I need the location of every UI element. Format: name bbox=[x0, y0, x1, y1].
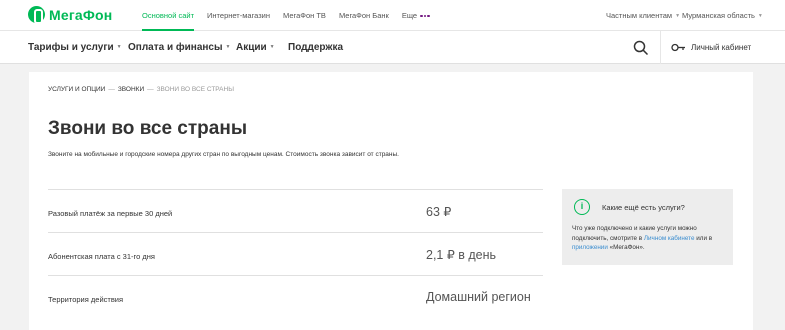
row-label: Территория действия bbox=[48, 295, 124, 304]
search-icon[interactable] bbox=[633, 40, 649, 56]
toplink-megafon-tv[interactable]: МегаФон ТВ bbox=[283, 0, 326, 31]
personal-account-link[interactable]: Личном кабинете bbox=[644, 235, 695, 242]
audience-selector[interactable]: Частным клиентам ▼ bbox=[606, 0, 680, 31]
row-label: Абонентская плата с 31-го дня bbox=[48, 252, 155, 261]
caret-down-icon: ▼ bbox=[116, 44, 122, 50]
pricing-table: Разовый платёж за первые 30 дней 63 ₽ Аб… bbox=[48, 189, 543, 318]
row-label: Разовый платёж за первые 30 дней bbox=[48, 209, 173, 218]
caret-down-icon: ▼ bbox=[269, 44, 275, 50]
row-value: Домашний регион bbox=[426, 290, 531, 304]
breadcrumb-separator: — bbox=[108, 86, 115, 93]
toplink-megafon-bank[interactable]: МегаФон Банк bbox=[339, 0, 389, 31]
content-card: Услуги и опции — Звонки — Звони во все стран… bbox=[29, 72, 753, 330]
toplink-main-site[interactable]: Основной сайт bbox=[142, 0, 195, 31]
breadcrumb-item-calls[interactable]: Звонки bbox=[118, 86, 144, 93]
nav-promotions[interactable]: Акции ▼ bbox=[236, 31, 275, 64]
breadcrumb: Услуги и опции — Звонки — Звони во все стран… bbox=[48, 86, 234, 93]
logo-text: МегаФон bbox=[49, 6, 113, 23]
nav-payment-label: Оплата и финансы bbox=[128, 42, 223, 54]
app-link[interactable]: приложении bbox=[572, 244, 608, 251]
nav-promotions-label: Акции bbox=[236, 42, 267, 54]
top-bar: МегаФон Основной сайт Интернет-магазин М… bbox=[0, 0, 785, 31]
table-row: Абонентская плата с 31-го дня 2,1 ₽ в де… bbox=[48, 232, 543, 275]
region-label: Мурманская область bbox=[682, 11, 755, 20]
table-row: Разовый платёж за первые 30 дней 63 ₽ bbox=[48, 189, 543, 232]
toplink-online-store[interactable]: Интернет-магазин bbox=[207, 0, 270, 31]
caret-down-icon: ▼ bbox=[225, 44, 231, 50]
toplink-more[interactable]: Еще bbox=[402, 0, 431, 31]
key-icon bbox=[671, 44, 685, 52]
toplink-more-label: Еще bbox=[401, 11, 418, 20]
page-title: Звони во все страны bbox=[48, 118, 248, 139]
breadcrumb-item-services[interactable]: Услуги и опции bbox=[48, 86, 105, 93]
nav-tariffs-and-services[interactable]: Тарифы и услуги ▼ bbox=[28, 31, 122, 64]
megafon-logo[interactable]: МегаФон bbox=[28, 6, 113, 24]
audience-label: Частным клиентам bbox=[606, 11, 673, 20]
info-text-part: или в bbox=[694, 234, 713, 242]
nav-divider bbox=[660, 31, 661, 64]
info-title: Какие ещё есть услуги? bbox=[602, 203, 685, 212]
region-selector[interactable]: Мурманская область ▼ bbox=[682, 0, 763, 31]
megafon-logo-icon bbox=[28, 6, 45, 24]
personal-account-button[interactable]: Личный кабинет bbox=[671, 31, 751, 64]
chevron-down-icon: ▼ bbox=[757, 12, 763, 19]
main-nav: Тарифы и услуги ▼ Оплата и финансы ▼ Акции… bbox=[0, 31, 785, 64]
info-icon: i bbox=[574, 199, 590, 215]
breadcrumb-separator: — bbox=[147, 86, 154, 93]
row-value: 2,1 ₽ в день bbox=[426, 248, 497, 262]
personal-account-label: Личный кабинет bbox=[691, 43, 752, 52]
nav-payment-and-finance[interactable]: Оплата и финансы ▼ bbox=[128, 31, 231, 64]
info-text-part: «МегаФон». bbox=[607, 244, 645, 251]
chevron-down-icon: ▼ bbox=[675, 12, 681, 19]
breadcrumb-item-current: Звони во все страны bbox=[156, 86, 234, 93]
nav-tariffs-label: Тарифы и услуги bbox=[28, 42, 114, 54]
info-box: i Какие ещё есть услуги? Что уже подключ… bbox=[562, 189, 733, 265]
page-description: Звоните на мобильные и городские номера … bbox=[48, 151, 399, 158]
row-value: 63 ₽ bbox=[426, 205, 452, 219]
nav-support[interactable]: Поддержка bbox=[288, 31, 343, 64]
top-links: Основной сайт Интернет-магазин МегаФон Т… bbox=[142, 0, 444, 31]
table-row: Территория действия Домашний регион bbox=[48, 275, 543, 318]
more-dots-icon bbox=[420, 14, 431, 18]
info-text: Что уже подключено и какие услуги можно … bbox=[572, 224, 732, 253]
